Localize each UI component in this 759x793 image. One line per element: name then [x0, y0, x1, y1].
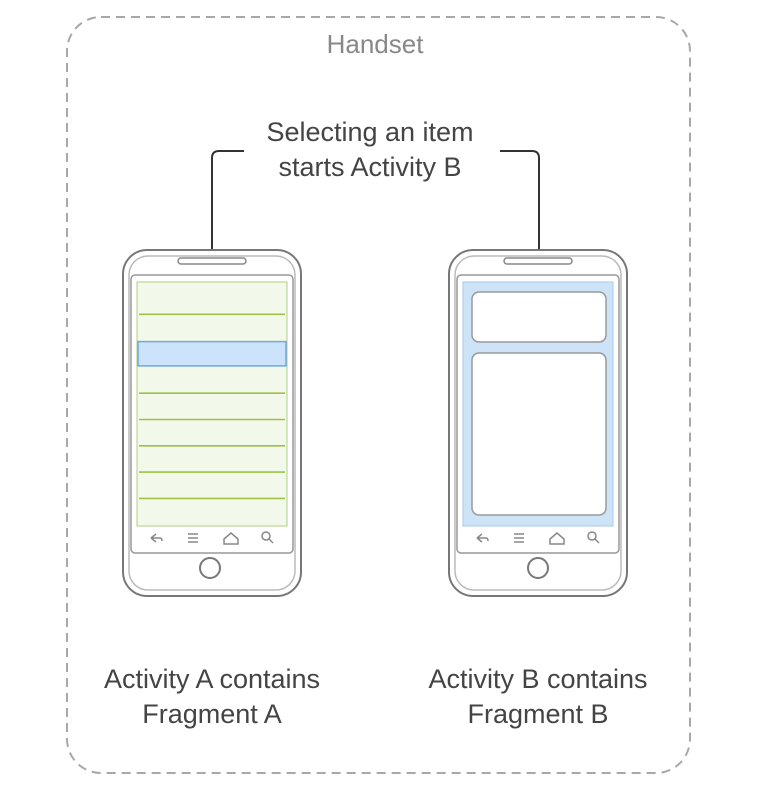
- phone-a-home-button: [199, 557, 221, 579]
- phone-a-caption-line-2: Fragment A: [142, 699, 282, 729]
- phone-b-home-button: [527, 557, 549, 579]
- phone-b: [448, 249, 628, 597]
- phone-b-caption-line-2: Fragment B: [467, 699, 608, 729]
- list-item-selected[interactable]: [137, 340, 287, 367]
- phone-b-caption-line-1: Activity B contains: [428, 664, 647, 694]
- container-title: Handset: [327, 29, 425, 59]
- phone-a-speaker: [177, 257, 247, 265]
- annotation-line-1: Selecting an item: [266, 117, 473, 147]
- fragment-a-list: [136, 281, 288, 527]
- phone-a: [122, 249, 302, 597]
- annotation-line-2: starts Activity B: [278, 152, 461, 182]
- arrow-to-activity-b: [500, 150, 540, 262]
- handset-diagram: Handset Selecting an item starts Activit…: [66, 16, 691, 774]
- phone-a-caption-line-1: Activity A contains: [104, 664, 320, 694]
- fragment-b-header-panel: [471, 291, 607, 343]
- phone-b-speaker: [503, 257, 573, 265]
- fragment-b-content-panel: [471, 352, 607, 516]
